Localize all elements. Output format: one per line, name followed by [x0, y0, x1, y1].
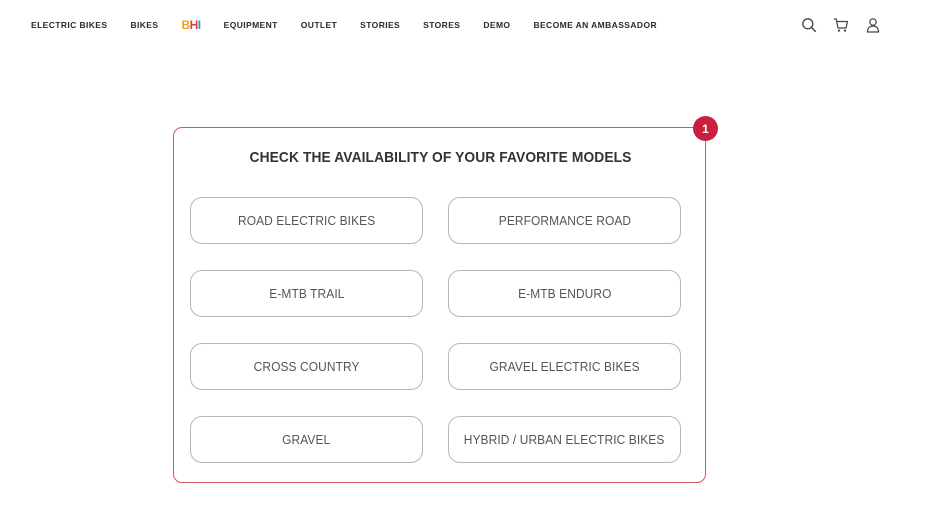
- header-actions: [801, 17, 881, 33]
- model-label: PERFORMANCE ROAD: [498, 213, 631, 228]
- nav-demo[interactable]: DEMO: [483, 19, 510, 31]
- nav-electric-bikes[interactable]: ELECTRIC BIKES: [31, 19, 107, 31]
- nav-equipment[interactable]: EQUIPMENT: [224, 19, 278, 31]
- nav-bikes[interactable]: BIKES: [130, 19, 158, 31]
- nav-stores[interactable]: STORES: [423, 19, 460, 31]
- nav-become-ambassador[interactable]: BECOME AN AMBASSADOR: [533, 19, 657, 31]
- model-label: GRAVEL: [282, 432, 331, 447]
- step-badge: 1: [693, 116, 718, 141]
- model-emtb-trail-button[interactable]: E-MTB TRAIL: [190, 270, 423, 317]
- model-emtb-enduro-button[interactable]: E-MTB ENDURO: [448, 270, 681, 317]
- model-label: E-MTB ENDURO: [517, 286, 612, 301]
- top-navigation: ELECTRIC BIKES BIKES BHI EQUIPMENT OUTLE…: [0, 0, 928, 52]
- model-label: HYBRID / URBAN ELECTRIC BIKES: [464, 432, 665, 447]
- model-hybrid-urban-electric-bikes-button[interactable]: HYBRID / URBAN ELECTRIC BIKES: [448, 416, 681, 463]
- nav-outlet[interactable]: OUTLET: [301, 19, 337, 31]
- model-gravel-electric-bikes-button[interactable]: GRAVEL ELECTRIC BIKES: [448, 343, 681, 390]
- nav-stories[interactable]: STORIES: [360, 19, 400, 31]
- user-icon[interactable]: [865, 17, 881, 33]
- model-grid: ROAD ELECTRIC BIKES PERFORMANCE ROAD E-M…: [190, 197, 681, 463]
- availability-card: CHECK THE AVAILABILITY OF YOUR FAVORITE …: [173, 127, 706, 483]
- search-icon[interactable]: [801, 17, 817, 33]
- bh-logo[interactable]: BHI: [181, 18, 201, 32]
- model-label: ROAD ELECTRIC BIKES: [237, 213, 376, 228]
- model-performance-road-button[interactable]: PERFORMANCE ROAD: [448, 197, 681, 244]
- model-label: GRAVEL ELECTRIC BIKES: [489, 359, 640, 374]
- main-menu: ELECTRIC BIKES BIKES BHI EQUIPMENT OUTLE…: [31, 19, 657, 31]
- cart-icon[interactable]: [833, 17, 849, 33]
- model-label: E-MTB TRAIL: [268, 286, 345, 301]
- logo-letter-h: H: [189, 18, 199, 32]
- logo-letter-b: B: [181, 18, 190, 32]
- model-gravel-button[interactable]: GRAVEL: [190, 416, 423, 463]
- model-cross-country-button[interactable]: CROSS COUNTRY: [190, 343, 423, 390]
- availability-title: CHECK THE AVAILABILITY OF YOUR FAVORITE …: [249, 149, 632, 166]
- model-road-electric-bikes-button[interactable]: ROAD ELECTRIC BIKES: [190, 197, 423, 244]
- model-label: CROSS COUNTRY: [253, 359, 360, 374]
- logo-letter-i: I: [197, 18, 201, 32]
